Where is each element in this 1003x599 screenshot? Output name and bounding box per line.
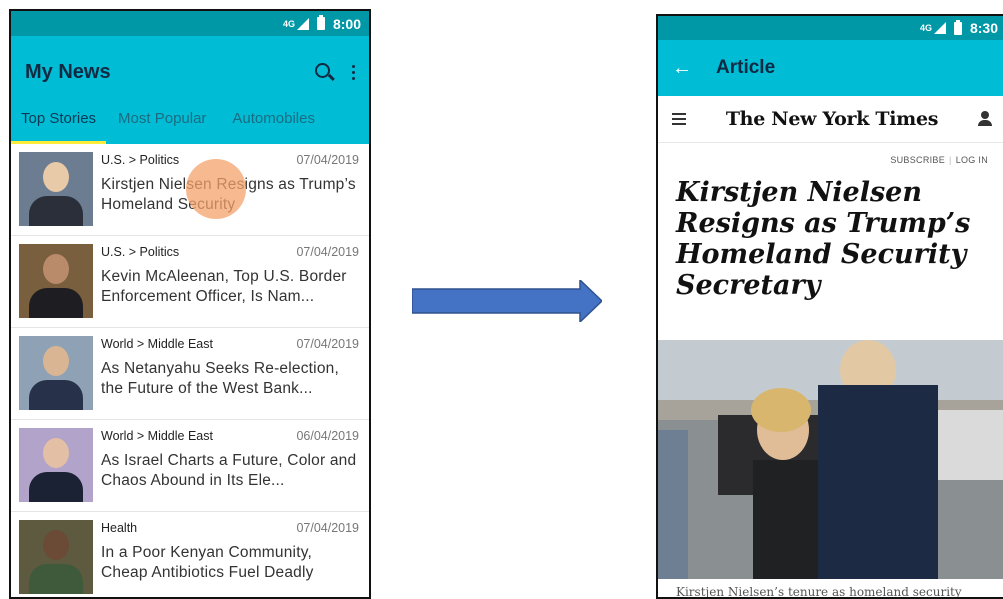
signal-icon xyxy=(933,22,946,34)
article-thumbnail xyxy=(19,428,93,502)
account-icon[interactable] xyxy=(978,111,992,127)
article-headline: In a Poor Kenyan Community, Cheap Antibi… xyxy=(101,544,314,581)
list-item[interactable]: Health 07/04/2019 In a Poor Kenyan Commun… xyxy=(11,512,369,597)
article-thumbnail xyxy=(19,244,93,318)
auth-links: SUBSCRIBE | LOG IN xyxy=(890,155,988,165)
article-screen: 4G 8:30 ← Article The New York Times SUB… xyxy=(656,14,1003,599)
nyt-logo[interactable]: The New York Times xyxy=(686,108,978,130)
article-headline: As Israel Charts a Future, Color and Cha… xyxy=(101,452,357,489)
article-category: U.S. > Politics xyxy=(101,245,180,259)
subscribe-link[interactable]: SUBSCRIBE xyxy=(890,155,945,165)
article-category: U.S. > Politics xyxy=(101,153,180,167)
transition-arrow-icon xyxy=(412,280,602,322)
article-date: 07/04/2019 xyxy=(296,337,359,351)
photo-caption: Kirstjen Nielsen’s tenure as homeland se… xyxy=(676,585,962,599)
battery-icon xyxy=(316,15,325,30)
status-time: 8:30 xyxy=(969,20,998,36)
tab-top-stories[interactable]: Top Stories xyxy=(11,108,107,144)
article-date: 07/04/2019 xyxy=(296,153,359,167)
app-title: My News xyxy=(25,60,111,83)
article-category: World > Middle East xyxy=(101,429,213,443)
article-date: 06/04/2019 xyxy=(296,429,359,443)
tab-most-popular[interactable]: Most Popular xyxy=(108,108,216,144)
article-thumbnail xyxy=(19,336,93,410)
app-bar: My News xyxy=(11,36,369,108)
list-item[interactable]: U.S. > Politics 07/04/2019 Kevin McAleena… xyxy=(11,236,369,328)
article-headline: Kevin McAleenan, Top U.S. Border Enforce… xyxy=(101,268,347,305)
search-icon xyxy=(315,62,330,78)
site-header: The New York Times xyxy=(658,96,1003,143)
article-date: 07/04/2019 xyxy=(296,245,359,259)
battery-icon xyxy=(953,19,962,35)
article-category: World > Middle East xyxy=(101,337,213,351)
list-item[interactable]: World > Middle East 06/04/2019 As Israel … xyxy=(11,420,369,512)
more-vert-icon[interactable] xyxy=(352,64,355,80)
back-arrow-icon[interactable]: ← xyxy=(672,57,716,80)
network-type: 4G xyxy=(282,18,295,29)
status-bar: 4G 8:00 xyxy=(11,11,369,36)
menu-icon[interactable] xyxy=(672,113,686,125)
article-headline: As Netanyahu Seeks Re-election, the Futu… xyxy=(101,360,339,397)
article-title: Kirstjen Nielsen Resigns as Trump’s Home… xyxy=(676,177,971,301)
tab-automobiles[interactable]: Automobiles xyxy=(222,108,325,144)
tab-bar: Top Stories Most Popular Automobiles xyxy=(11,108,369,144)
article-photo xyxy=(658,340,1003,579)
news-list-screen: 4G 8:00 My News Top Stories Most Popular… xyxy=(9,9,371,599)
network-indicator: 4G xyxy=(920,22,946,34)
list-item[interactable]: World > Middle East 07/04/2019 As Netanya… xyxy=(11,328,369,420)
article-date: 07/04/2019 xyxy=(296,521,359,535)
network-type: 4G xyxy=(919,23,932,33)
login-link[interactable]: LOG IN xyxy=(956,155,988,165)
search-button[interactable] xyxy=(315,61,330,84)
app-title: Article xyxy=(716,57,776,78)
app-bar: ← Article xyxy=(658,40,1003,96)
article-thumbnail xyxy=(19,520,93,594)
network-indicator: 4G xyxy=(282,17,309,30)
status-time: 8:00 xyxy=(332,15,361,32)
article-category: Health xyxy=(101,521,138,535)
article-list: U.S. > Politics07/04/2019 Kirstjen Niels… xyxy=(11,144,369,597)
signal-icon xyxy=(296,17,309,30)
article-thumbnail xyxy=(19,152,93,226)
touch-indicator xyxy=(186,159,246,219)
status-bar: 4G 8:30 xyxy=(658,16,1003,40)
